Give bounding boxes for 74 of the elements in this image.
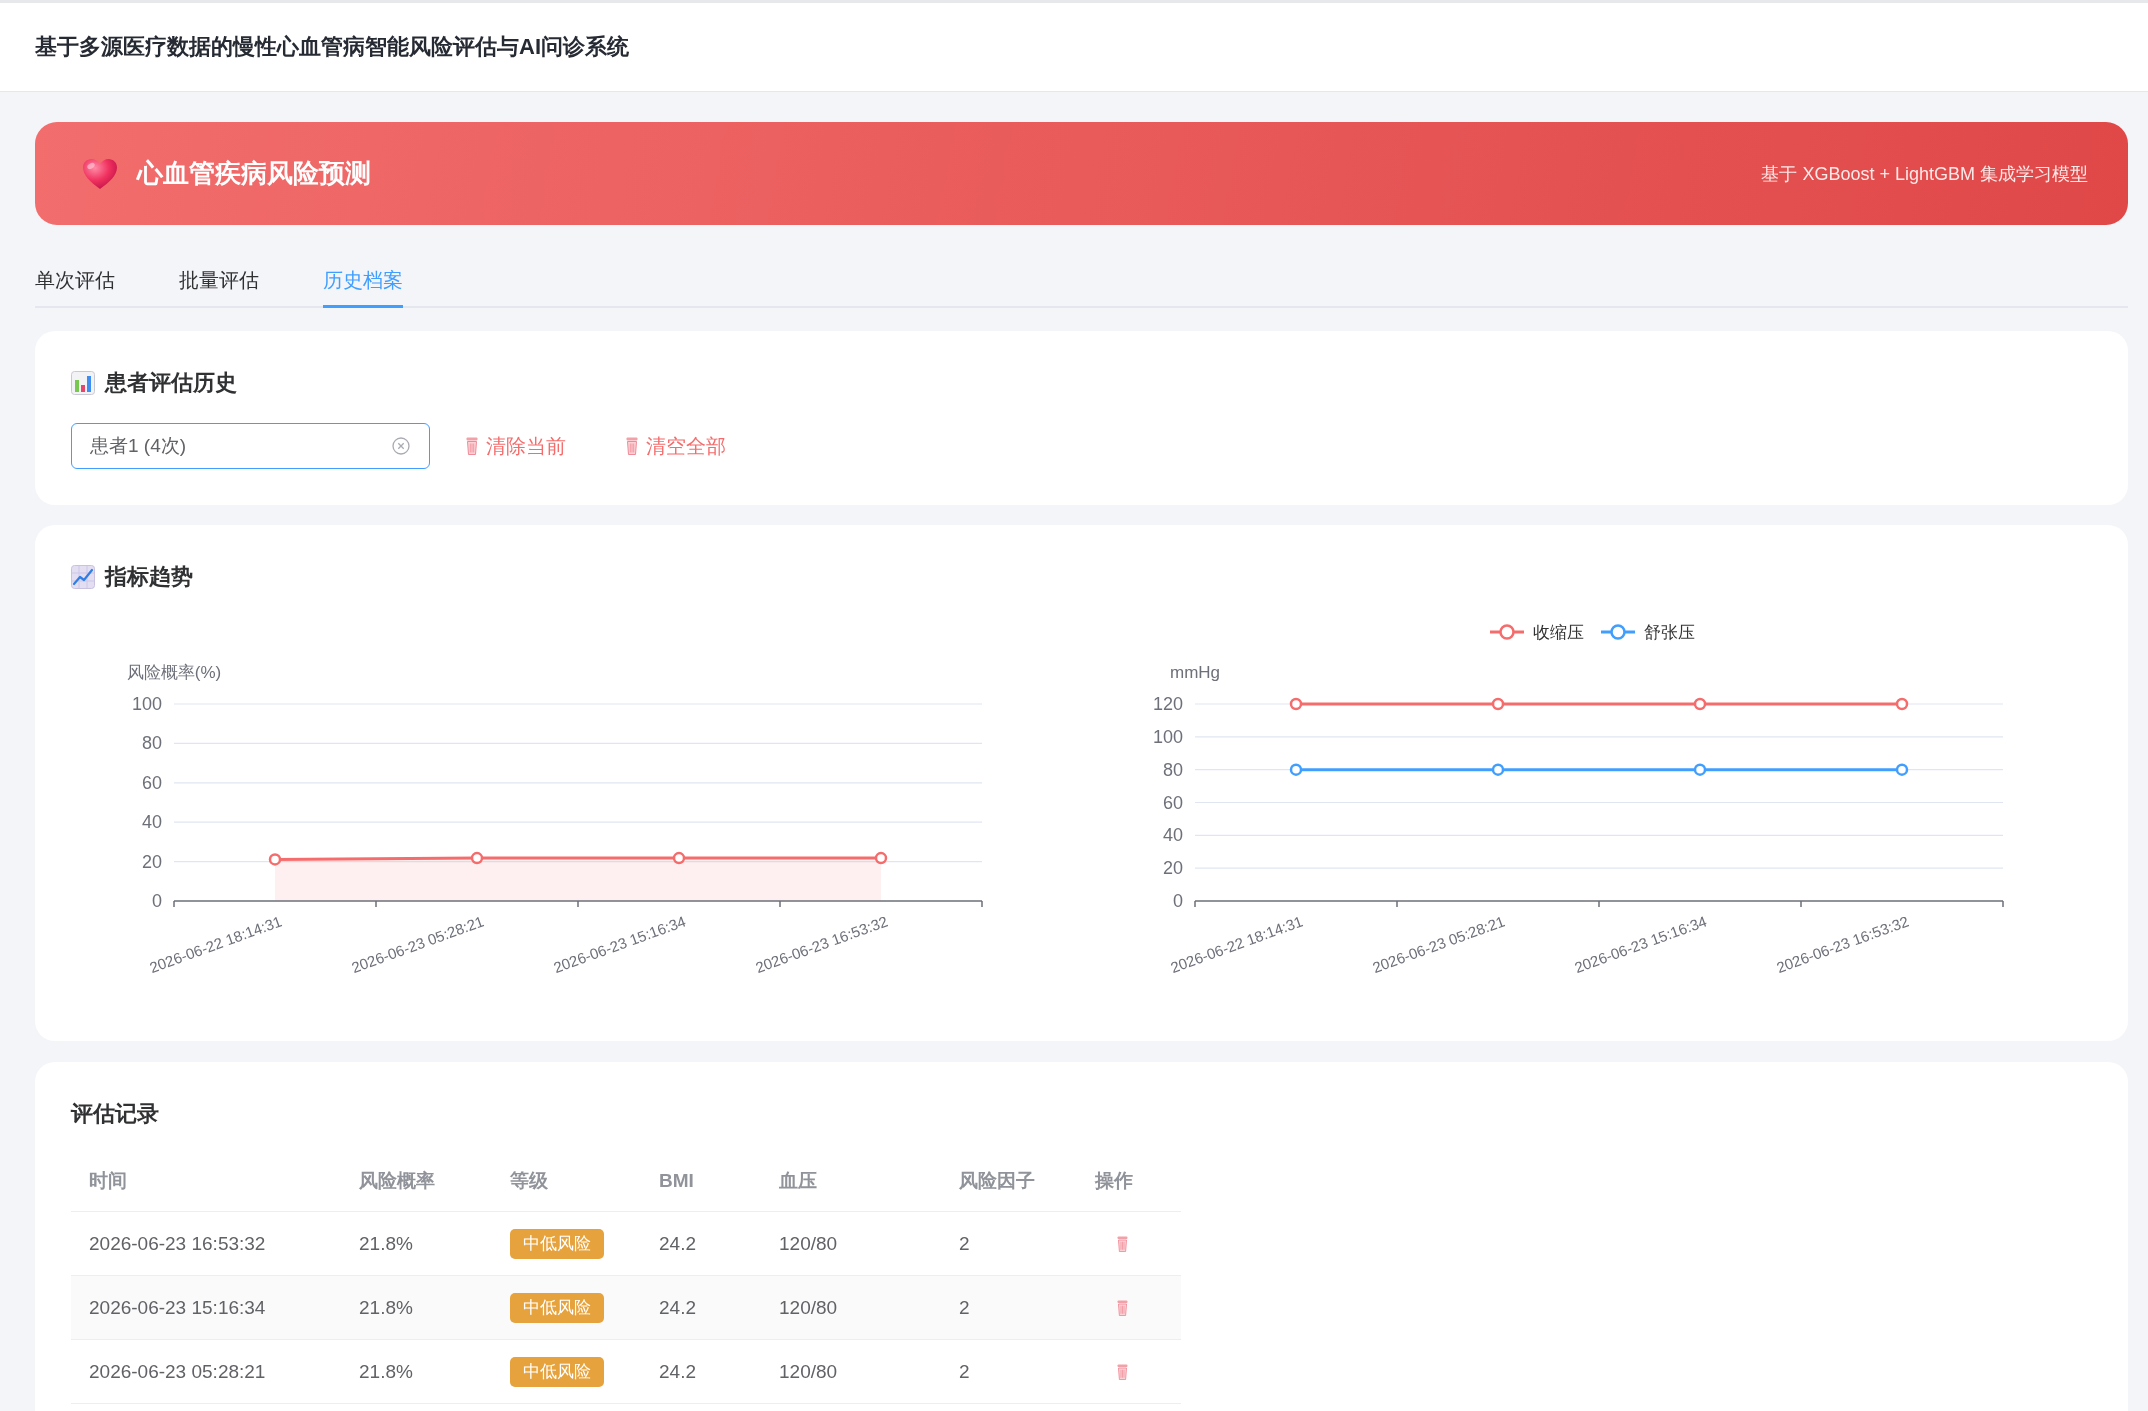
heart-icon [82,157,118,190]
data-point [874,851,888,865]
table-cell: 21.8% [341,1339,492,1404]
axis-label: 60 [141,772,162,793]
column-header: 操作 [1077,1151,1181,1212]
card-title: 评估记录 [71,1100,159,1128]
table-cell: 24.2 [641,1339,761,1404]
bar-chart-icon [71,371,95,395]
table-cell: 2 [941,1339,1077,1404]
table-cell: 24.2 [641,1211,761,1276]
axis-label: 100 [131,694,162,714]
data-point [470,851,484,865]
data-point [1693,697,1707,711]
axis-label: 20 [141,851,162,872]
banner-subtitle: 基于 XGBoost + LightGBM 集成学习模型 [1761,162,2088,186]
banner-title: 心血管疾病风险预测 [137,157,371,190]
tab[interactable]: 单次评估 [35,254,115,308]
column-header: 等级 [492,1151,641,1212]
table-cell: 2 [941,1275,1077,1340]
patient-select[interactable]: 患者1 (4次) [71,423,430,469]
column-header: 风险概率 [341,1151,492,1212]
column-header: 风险因子 [941,1151,1077,1212]
legend-marker-icon[interactable] [1600,623,1636,641]
axis-label: 80 [141,733,162,754]
data-point [1895,763,1909,776]
axis-label: 60 [1162,792,1183,813]
trash-icon [626,437,638,455]
axis-label: 0 [1173,891,1183,911]
table-cell: 21.8% [341,1211,492,1276]
axis-label: 80 [1162,759,1183,780]
axis-title: 风险概率(%) [126,662,222,682]
legend-label[interactable]: 收缩压 [1533,620,1584,644]
clear-icon[interactable] [392,437,410,455]
risk-level-badge: 中低风险 [510,1356,604,1387]
table-cell: 120/80 [761,1211,941,1276]
table-cell: 2026-06-23 05:28:21 [71,1339,341,1404]
trash-icon[interactable] [1117,1235,1128,1252]
axis-label: 120 [1152,694,1183,714]
axis-label: 0 [152,891,162,911]
trash-icon [466,437,478,455]
table-cell: 21.8% [341,1275,492,1340]
column-header: 时间 [71,1151,341,1212]
trash-icon[interactable] [1117,1363,1128,1380]
axis-title: mmHg [1169,662,1221,682]
app-title: 基于多源医疗数据的慢性心血管病智能风险评估与AI问诊系统 [35,33,629,61]
legend-label[interactable]: 舒张压 [1644,620,1695,644]
axis-label: 40 [1162,825,1183,846]
column-header: BMI [641,1151,761,1212]
data-point [1491,697,1505,711]
axis-label: 40 [141,812,162,833]
table-cell: 2026-06-23 15:16:34 [71,1275,341,1340]
data-point [1289,763,1303,776]
trash-icon[interactable] [1117,1299,1128,1316]
data-point [672,851,686,865]
table-cell: 24.2 [641,1275,761,1340]
card-title: 患者评估历史 [105,369,237,397]
data-point [1693,763,1707,776]
data-point [1895,697,1909,711]
column-header: 血压 [761,1151,941,1212]
data-point [1289,697,1303,711]
table-cell: 2026-06-23 16:53:32 [71,1211,341,1276]
risk-level-badge: 中低风险 [510,1228,604,1259]
table-cell: 120/80 [761,1275,941,1340]
data-point [268,853,282,866]
risk-level-badge: 中低风险 [510,1292,604,1323]
data-point [1491,763,1505,776]
table-cell: 120/80 [761,1339,941,1404]
axis-label: 100 [1152,726,1183,747]
tab[interactable]: 批量评估 [179,254,259,308]
table-cell: 2 [941,1211,1077,1276]
line-chart-icon [71,565,95,589]
card-title: 指标趋势 [105,563,193,591]
legend-marker-icon[interactable] [1489,623,1525,641]
axis-label: 20 [1162,858,1183,879]
